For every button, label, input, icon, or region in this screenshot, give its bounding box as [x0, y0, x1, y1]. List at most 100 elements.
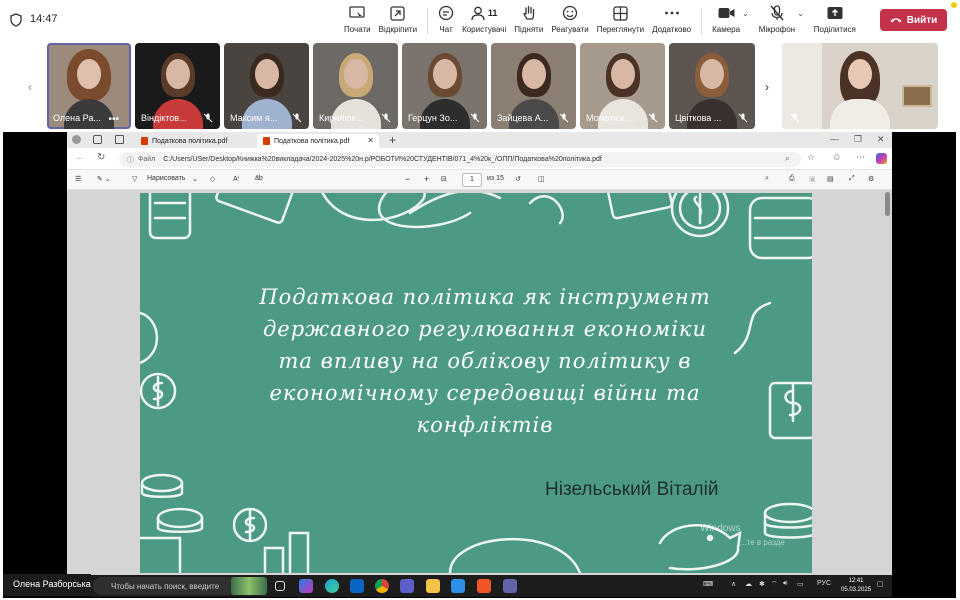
more-dots-icon	[664, 11, 679, 15]
camera-button[interactable]: Камера	[708, 4, 744, 38]
participant-tile[interactable]: Олена Ра... •••	[47, 43, 131, 129]
search-icon[interactable]: ⌕	[765, 175, 769, 183]
network-icon[interactable]: ⌔	[771, 580, 778, 589]
pdf-page: Податкова політика як інструмент державн…	[140, 193, 812, 573]
teams-active-icon[interactable]	[503, 579, 517, 593]
task-view-icon[interactable]	[275, 581, 285, 591]
tray-chevron-icon[interactable]: ∧	[731, 580, 736, 588]
close-window-icon[interactable]: ✕	[877, 134, 885, 145]
profile-icon[interactable]	[72, 135, 81, 144]
participant-tile[interactable]: Зайцева А...	[491, 43, 576, 129]
contents-icon[interactable]: ☰	[75, 175, 81, 183]
volume-icon[interactable]: 🔊︎	[783, 580, 787, 588]
highlight-icon[interactable]: ✎ ⌄	[97, 175, 111, 183]
vertical-scrollbar[interactable]	[885, 192, 890, 216]
unpin-button[interactable]: Відкріпити	[375, 4, 421, 38]
participant-tile[interactable]: Момотюк ...	[580, 43, 665, 129]
participant-tile[interactable]: Герцун Зо...	[402, 43, 487, 129]
outlook-icon[interactable]	[350, 579, 364, 593]
back-arrow-icon[interactable]: ←	[75, 152, 85, 163]
share-button[interactable]: Поділитися	[810, 4, 860, 38]
zoom-in-icon[interactable]: +	[424, 174, 429, 184]
strip-next-chevron-icon[interactable]: ›	[765, 80, 769, 94]
people-count-badge: 11	[487, 8, 498, 18]
taskbar-search-placeholder: Чтобы начать поиск, введите	[111, 581, 220, 591]
new-tab-icon[interactable]: +	[389, 133, 396, 147]
fit-page-icon[interactable]: ⊟	[441, 175, 447, 183]
refresh-icon[interactable]: ↻	[97, 152, 105, 163]
save-as-icon[interactable]: ▤	[827, 175, 834, 183]
info-icon: ⓘ	[127, 156, 134, 164]
draw-options-chevron-icon[interactable]: ⌄	[192, 175, 198, 183]
rotate-icon[interactable]: ↺	[515, 175, 521, 183]
widget-thumbnail[interactable]	[231, 577, 267, 595]
print-icon[interactable]: ⎙	[789, 175, 795, 183]
keyboard-icon[interactable]: ⌨	[703, 580, 713, 588]
close-tab-icon[interactable]: ✕	[367, 136, 374, 145]
slide-title: Податкова політика як інструмент державн…	[259, 285, 711, 437]
participant-tile[interactable]: Цвіткова ...	[669, 43, 755, 129]
fullscreen-icon[interactable]: ⤢	[849, 175, 855, 183]
tab-pdf-1[interactable]: Податкова політика.pdf ✕	[135, 134, 315, 148]
zoom-icon[interactable]: ⌕	[785, 154, 789, 164]
page-view-icon[interactable]: ◫	[538, 175, 545, 183]
maximize-icon[interactable]: ❐	[854, 134, 862, 145]
microphone-button[interactable]: Мікрофон	[755, 4, 799, 38]
notification-center-icon[interactable]: ▢	[877, 580, 884, 588]
participant-tile[interactable]: Максим я...	[224, 43, 309, 129]
copilot-icon[interactable]	[876, 153, 887, 164]
participant-tile[interactable]: Віндіктов...	[135, 43, 220, 129]
start-button[interactable]: Почати	[340, 4, 375, 38]
draw-button[interactable]: Нарисовать	[147, 175, 185, 182]
participant-name: Зайцева А...	[497, 113, 549, 123]
chat-button[interactable]: Чат	[434, 4, 458, 38]
more-button[interactable]: Додатково	[648, 4, 695, 38]
self-view-tile[interactable]	[782, 43, 938, 129]
edge-icon[interactable]	[325, 579, 339, 593]
save-icon[interactable]: ▣	[809, 175, 816, 183]
leave-button[interactable]: Вийти	[880, 9, 947, 31]
tab-pdf-2[interactable]: Податкова політика.pdf ✕	[257, 134, 379, 148]
favorite-star-icon[interactable]: ☆	[807, 152, 815, 163]
taskbar-clock[interactable]: 12:41 05.03.2025	[841, 577, 871, 595]
brave-icon[interactable]	[477, 579, 491, 593]
onedrive-icon[interactable]: ☁	[745, 580, 752, 588]
page-number-input[interactable]: 1	[462, 173, 482, 187]
workspaces-icon[interactable]	[93, 135, 102, 144]
people-button[interactable]: 11 Користувачі	[458, 4, 510, 38]
toolbar-divider	[427, 8, 429, 34]
read-aloud-icon[interactable]: A⁾	[233, 175, 239, 183]
camera-options-chevron-icon[interactable]: ⌄	[742, 9, 749, 18]
react-button[interactable]: Реагувати	[547, 4, 592, 38]
eraser-icon[interactable]: ◇	[210, 175, 215, 183]
zoom-out-icon[interactable]: −	[405, 174, 410, 184]
settings-gear-icon[interactable]: ⚙	[868, 175, 874, 183]
pdf-file-icon	[263, 137, 270, 145]
shield-icon	[10, 13, 22, 27]
text-options-icon[interactable]: āb	[255, 175, 263, 182]
microphone-options-chevron-icon[interactable]: ⌄	[797, 9, 804, 18]
strip-prev-chevron-icon[interactable]: ‹	[28, 80, 32, 94]
copilot-app-icon[interactable]	[299, 579, 313, 593]
more-options-icon[interactable]: •••	[108, 114, 119, 125]
activation-watermark-sub: ...те в разде	[740, 538, 785, 547]
photos-icon[interactable]	[451, 579, 465, 593]
participant-tile[interactable]: Кирилюк ...	[313, 43, 398, 129]
battery-icon[interactable]: ▭	[797, 580, 804, 588]
participant-name: Олена Ра...	[53, 113, 101, 123]
teams-icon[interactable]	[400, 579, 414, 593]
favorites-icon[interactable]: ✩	[833, 152, 841, 163]
draw-pen-icon[interactable]: ▽	[132, 175, 137, 183]
share-screen-icon	[827, 7, 843, 19]
file-explorer-icon[interactable]	[426, 579, 440, 593]
view-button[interactable]: Переглянути	[593, 4, 648, 38]
minimize-icon[interactable]: —	[830, 134, 839, 144]
browser-window: Податкова політика.pdf ✕ Податкова політ…	[67, 132, 892, 575]
raise-hand-button[interactable]: Підняти	[510, 4, 547, 38]
input-language[interactable]: РУС	[817, 580, 831, 587]
tab-actions-icon[interactable]	[115, 135, 124, 144]
bluetooth-icon[interactable]: ✱	[759, 580, 765, 588]
browser-menu-icon[interactable]: ⋯	[856, 152, 865, 163]
chrome-icon[interactable]	[375, 579, 389, 593]
url-field[interactable]: ⓘ Файл C:/Users/USer/Desktop/Книжка%20ви…	[119, 152, 801, 167]
